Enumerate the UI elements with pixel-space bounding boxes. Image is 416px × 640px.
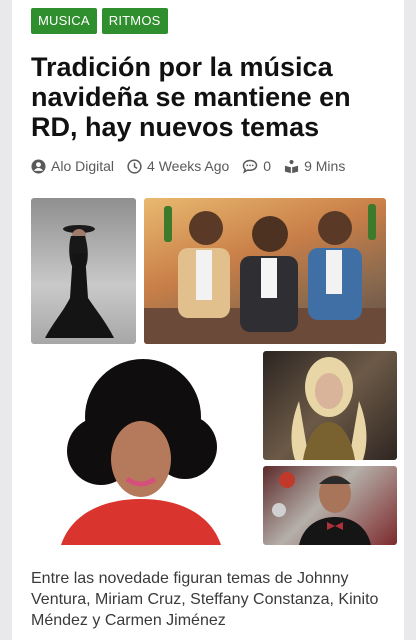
article-title[interactable]: Tradición por la música navideña se mant… [31, 52, 391, 142]
blonde-singer-photo[interactable] [263, 351, 397, 460]
article-excerpt: Entre las novedade figuran temas de John… [31, 570, 379, 629]
user-icon [31, 158, 46, 174]
man-bowtie-christmas-photo[interactable] [263, 466, 397, 545]
tag-ritmos[interactable]: RITMOS [101, 8, 168, 34]
comments-meta[interactable]: 0 [242, 158, 271, 174]
comment-count: 0 [263, 158, 272, 174]
read-time-meta: 9 Mins [284, 158, 345, 174]
curly-hair-singer-photo[interactable] [31, 351, 257, 545]
woman-in-black-gown-photo[interactable] [31, 198, 136, 344]
reading-time-icon [285, 159, 299, 173]
article-meta: Alo Digital 4 Weeks Ago 0 9 Mins [31, 158, 358, 174]
author-name: Alo Digital [51, 158, 115, 174]
clock-icon [127, 158, 142, 174]
date-meta: 4 Weeks Ago [127, 158, 229, 174]
read-time: 9 Mins [304, 158, 346, 174]
article-card: MUSICA RITMOS Tradición por la música na… [12, 0, 404, 640]
comment-icon [243, 159, 258, 174]
category-tags: MUSICA RITMOS [31, 8, 168, 34]
post-date: 4 Weeks Ago [147, 158, 230, 174]
author-meta[interactable]: Alo Digital [31, 158, 114, 174]
tag-musica[interactable]: MUSICA [31, 8, 97, 34]
cartoon-singers-illustration[interactable] [144, 198, 386, 344]
